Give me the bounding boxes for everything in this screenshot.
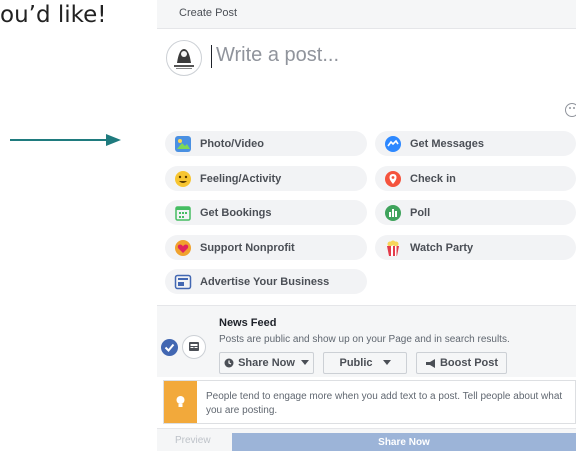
news-feed-description: Posts are public and show up on your Pag… bbox=[219, 334, 510, 345]
engagement-tip: People tend to engage more when you add … bbox=[163, 380, 576, 424]
action-label: Watch Party bbox=[410, 241, 474, 254]
action-label: Support Nonprofit bbox=[200, 241, 295, 254]
news-feed-section: News Feed Posts are public and show up o… bbox=[157, 305, 576, 377]
share-now-label: Share Now bbox=[238, 357, 295, 369]
emoji-icon[interactable] bbox=[565, 103, 576, 117]
audience-dropdown[interactable]: Public bbox=[323, 352, 407, 374]
create-post-composer: Create Post Write a post... Photo/Video … bbox=[157, 0, 576, 451]
tip-text: People tend to engage more when you add … bbox=[206, 391, 563, 416]
text-caret bbox=[211, 45, 212, 68]
action-photo-video[interactable]: Photo/Video bbox=[165, 131, 367, 156]
feeling-emoji-icon bbox=[174, 170, 192, 188]
popcorn-icon bbox=[384, 239, 402, 257]
action-poll[interactable]: Poll bbox=[375, 200, 576, 225]
share-now-dropdown[interactable]: Share Now bbox=[219, 352, 314, 374]
heart-badge-icon bbox=[174, 239, 192, 257]
chevron-down-icon bbox=[382, 360, 391, 365]
page-avatar[interactable] bbox=[166, 40, 202, 76]
action-label: Photo/Video bbox=[200, 137, 264, 150]
photo-video-icon bbox=[174, 135, 192, 153]
action-advertise-business[interactable]: Advertise Your Business bbox=[165, 269, 367, 294]
megaphone-icon bbox=[425, 358, 435, 368]
clock-icon bbox=[224, 358, 234, 368]
news-feed-icon bbox=[182, 335, 206, 359]
boost-post-label: Boost Post bbox=[439, 357, 499, 369]
action-check-in[interactable]: Check in bbox=[375, 166, 576, 191]
composer-footer: Preview Share Now bbox=[157, 428, 576, 451]
action-label: Get Bookings bbox=[200, 206, 272, 219]
composer-title: Create Post bbox=[179, 7, 238, 19]
action-label: Poll bbox=[410, 206, 431, 219]
share-now-button[interactable]: Share Now bbox=[232, 433, 576, 451]
location-pin-icon bbox=[384, 170, 402, 188]
post-input[interactable]: Write a post... bbox=[216, 44, 339, 67]
chevron-down-icon bbox=[300, 360, 309, 365]
slide-text: ou’d like! bbox=[0, 2, 107, 28]
action-support-nonprofit[interactable]: Support Nonprofit bbox=[165, 235, 367, 260]
action-get-bookings[interactable]: Get Bookings bbox=[165, 200, 367, 225]
news-feed-title: News Feed bbox=[219, 317, 277, 329]
preview-button[interactable]: Preview bbox=[175, 435, 211, 446]
lightbulb-icon bbox=[164, 381, 197, 423]
composer-header: Create Post bbox=[157, 0, 576, 29]
messenger-icon bbox=[384, 135, 402, 153]
action-label: Feeling/Activity bbox=[200, 172, 282, 185]
calendar-icon bbox=[174, 204, 192, 222]
advertise-icon bbox=[174, 273, 192, 291]
action-label: Advertise Your Business bbox=[200, 275, 330, 288]
boost-post-button[interactable]: Boost Post bbox=[416, 352, 507, 374]
action-label: Check in bbox=[410, 172, 456, 185]
checkmark-icon[interactable] bbox=[161, 339, 178, 356]
action-feeling-activity[interactable]: Feeling/Activity bbox=[165, 166, 367, 191]
action-get-messages[interactable]: Get Messages bbox=[375, 131, 576, 156]
pointer-arrow bbox=[10, 134, 121, 146]
action-label: Get Messages bbox=[410, 137, 484, 150]
poll-icon bbox=[384, 204, 402, 222]
audience-label: Public bbox=[339, 357, 373, 369]
action-watch-party[interactable]: Watch Party bbox=[375, 235, 576, 260]
